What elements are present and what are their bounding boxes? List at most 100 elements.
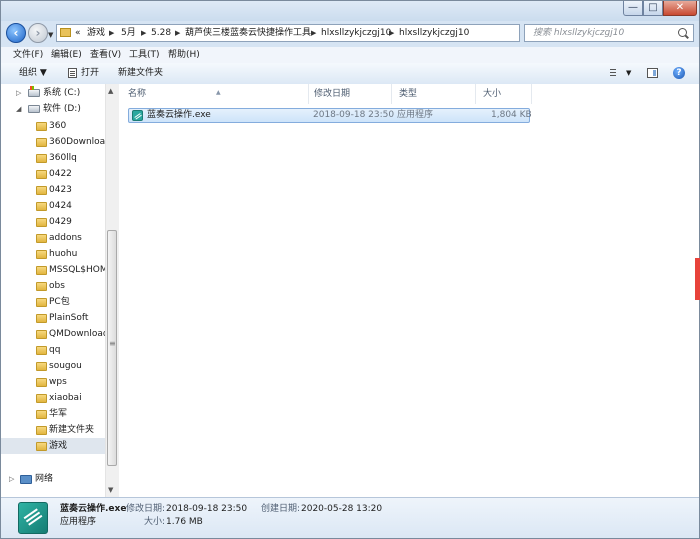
column-modified[interactable]: 修改日期 xyxy=(307,84,392,104)
folder-icon xyxy=(36,282,47,291)
tree-expander-icon[interactable]: ▷ xyxy=(9,471,14,487)
search-icon[interactable] xyxy=(678,28,687,37)
back-button[interactable]: ‹ xyxy=(6,23,26,43)
search-input[interactable]: 搜索 hlxsllzykjczgj10 xyxy=(533,25,624,41)
sidebar-item-folder[interactable]: qq xyxy=(1,342,105,358)
sidebar-item-label: obs xyxy=(49,281,65,291)
menu-help[interactable]: 帮助(H) xyxy=(168,47,200,63)
sidebar-item-folder[interactable]: 0424 xyxy=(1,198,105,214)
breadcrumb-separator[interactable]: ▶ xyxy=(311,25,316,41)
sidebar-item-folder[interactable]: 0422 xyxy=(1,166,105,182)
breadcrumb-separator[interactable]: ▶ xyxy=(141,25,146,41)
tree-expander-icon[interactable]: ▷ xyxy=(16,85,21,101)
folder-icon xyxy=(36,218,47,227)
application-icon xyxy=(18,502,48,534)
details-modified-value: 2018-09-18 23:50 xyxy=(166,504,248,514)
new-folder-button[interactable]: 新建文件夹 xyxy=(118,63,163,84)
folder-icon xyxy=(36,410,47,419)
minimize-button[interactable]: — xyxy=(623,1,643,16)
view-options-icon[interactable] xyxy=(610,69,622,78)
breadcrumb-item[interactable]: 葫芦侠三楼蓝奏云快捷操作工具 xyxy=(185,25,311,41)
navigation-row: ‹ › ▼ « 游戏 ▶ 5月 ▶ 5.28 ▶ 葫芦侠三楼蓝奏云快捷操作工具 … xyxy=(1,21,699,45)
sidebar-item-folder[interactable]: 360Download xyxy=(1,134,111,150)
sidebar-item-folder[interactable]: wps xyxy=(1,374,105,390)
nav-pane-scrollbar[interactable]: ▲ ▼ xyxy=(105,84,119,497)
sidebar-item-folder[interactable]: PC包 xyxy=(1,294,105,310)
sidebar-item-drive[interactable]: ◢ 软件 (D:) xyxy=(1,101,105,117)
sidebar-item-label: 0422 xyxy=(49,169,72,179)
search-box[interactable]: 搜索 hlxsllzykjczgj10 xyxy=(524,24,694,42)
sidebar-item-label: wps xyxy=(49,377,67,387)
command-bar: 组织 ▼ 打开 新建文件夹 ▼ ? xyxy=(1,63,699,85)
sidebar-item-label: huohu xyxy=(49,249,78,259)
sidebar-item-folder[interactable]: 360llq xyxy=(1,150,105,166)
menu-edit[interactable]: 编辑(E) xyxy=(51,47,82,63)
organize-button[interactable]: 组织 ▼ xyxy=(19,63,47,84)
sidebar-item-folder[interactable]: huohu xyxy=(1,246,105,262)
file-list: 名称 ▲ 修改日期 类型 大小 蓝奏云操作.exe 2018-09-18 23:… xyxy=(119,84,699,497)
folder-icon xyxy=(36,266,47,275)
sidebar-item-folder[interactable]: xiaobai xyxy=(1,390,105,406)
file-modified: 2018-09-18 23:50 xyxy=(313,110,395,120)
sidebar-item-folder[interactable]: 0423 xyxy=(1,182,105,198)
navigation-pane: ▷ 系统 (C:) ◢ 软件 (D:) 360 360Download 360llq 0422… xyxy=(1,84,119,497)
open-button[interactable]: 打开 xyxy=(81,63,99,84)
folder-icon xyxy=(36,250,47,259)
folder-icon xyxy=(36,394,47,403)
breadcrumb-overflow[interactable]: « xyxy=(75,25,81,41)
view-options-dropdown[interactable]: ▼ xyxy=(626,63,631,84)
breadcrumb-item[interactable]: 5月 xyxy=(121,25,136,41)
sidebar-item-folder[interactable]: 游戏 xyxy=(1,438,105,454)
menu-tools[interactable]: 工具(T) xyxy=(129,47,160,63)
column-name[interactable]: 名称 ▲ xyxy=(121,84,309,104)
sidebar-item-folder[interactable]: 华军 xyxy=(1,406,105,422)
scrollbar-thumb[interactable] xyxy=(107,230,117,466)
table-row[interactable]: 蓝奏云操作.exe 2018-09-18 23:50 应用程序 1,804 KB xyxy=(128,108,532,123)
recent-pages-dropdown[interactable]: ▼ xyxy=(48,31,53,39)
sidebar-item-label: addons xyxy=(49,233,82,243)
details-type: 应用程序 xyxy=(60,517,97,527)
scroll-down-arrow[interactable]: ▼ xyxy=(108,486,113,494)
sidebar-item-label: 网络 xyxy=(35,474,54,484)
column-type[interactable]: 类型 xyxy=(392,84,476,104)
sidebar-item-folder[interactable]: obs xyxy=(1,278,105,294)
scroll-up-arrow[interactable]: ▲ xyxy=(108,87,113,95)
breadcrumb-separator[interactable]: ▶ xyxy=(175,25,180,41)
breadcrumb-separator[interactable]: ▶ xyxy=(389,25,394,41)
sidebar-item-folder[interactable]: 新建文件夹 xyxy=(1,422,105,438)
address-bar[interactable]: « 游戏 ▶ 5月 ▶ 5.28 ▶ 葫芦侠三楼蓝奏云快捷操作工具 ▶ hlxs… xyxy=(56,24,572,42)
sidebar-item-drive[interactable]: ▷ 系统 (C:) xyxy=(1,85,105,101)
folder-icon xyxy=(36,186,47,195)
sidebar-item-folder[interactable]: sougou xyxy=(1,358,105,374)
sidebar-item-folder[interactable]: 0429 xyxy=(1,214,105,230)
sidebar-item-folder[interactable]: addons xyxy=(1,230,105,246)
column-size[interactable]: 大小 xyxy=(476,84,532,104)
maximize-button[interactable]: □ xyxy=(643,1,663,16)
sidebar-item-label: 软件 (D:) xyxy=(43,104,81,114)
folder-icon xyxy=(36,426,47,435)
folder-icon xyxy=(36,298,47,307)
breadcrumb-item[interactable]: 游戏 xyxy=(87,25,105,41)
application-icon xyxy=(132,110,143,121)
breadcrumb-separator[interactable]: ▶ xyxy=(109,25,114,41)
details-modified-label: 修改日期: xyxy=(126,504,166,514)
close-button[interactable]: ✕ xyxy=(663,1,697,16)
menu-view[interactable]: 查看(V) xyxy=(90,47,121,63)
tree-expander-icon[interactable]: ◢ xyxy=(16,101,21,117)
folder-icon xyxy=(36,314,47,323)
forward-button[interactable]: › xyxy=(28,23,48,43)
help-icon[interactable]: ? xyxy=(673,67,685,79)
sidebar-item-folder[interactable]: PlainSoft xyxy=(1,310,105,326)
folder-icon xyxy=(36,346,47,355)
breadcrumb-item[interactable]: 5.28 xyxy=(151,25,171,41)
breadcrumb-item[interactable]: hlxsllzykjczgj10 xyxy=(321,25,391,41)
title-bar[interactable]: — □ ✕ xyxy=(1,1,699,21)
sidebar-item-network[interactable]: ▷ 网络 xyxy=(1,471,105,487)
breadcrumb-item[interactable]: hlxsllzykjczgj10 xyxy=(399,25,469,41)
folder-icon xyxy=(36,122,47,131)
preview-pane-icon[interactable] xyxy=(647,68,658,78)
sidebar-item-folder[interactable]: 360 xyxy=(1,118,105,134)
sidebar-item-folder[interactable]: QMDownload xyxy=(1,326,109,342)
menu-file[interactable]: 文件(F) xyxy=(13,47,43,63)
sidebar-item-folder[interactable]: MSSQL$HOM xyxy=(1,262,108,278)
